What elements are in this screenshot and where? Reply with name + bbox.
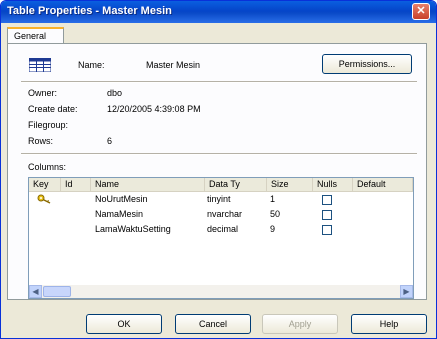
key-icon (37, 194, 51, 204)
column-header-id[interactable]: Id (61, 178, 91, 192)
rows-value: 6 (107, 136, 113, 146)
divider (21, 81, 417, 83)
column-header-key[interactable]: Key (29, 178, 61, 192)
horizontal-scrollbar[interactable]: ◀ ▶ (29, 285, 413, 298)
row-name: NoUrutMesin (95, 194, 148, 204)
table-icon (29, 58, 51, 72)
row-name: NamaMesin (95, 209, 144, 219)
apply-button[interactable]: Apply (262, 314, 338, 334)
rows-label: Rows: (28, 136, 54, 146)
row-data-type: decimal (207, 224, 239, 234)
scroll-right-button[interactable]: ▶ (400, 285, 413, 298)
divider (21, 153, 417, 155)
tab-general[interactable]: General (7, 27, 64, 44)
scroll-thumb[interactable] (43, 286, 71, 297)
window-title: Table Properties - Master Mesin (7, 5, 172, 17)
row-size: 50 (270, 209, 281, 219)
filegroup-label: Filegroup: (28, 120, 69, 130)
cancel-button[interactable]: Cancel (175, 314, 251, 334)
column-header-name[interactable]: Name (91, 178, 205, 192)
table-properties-dialog: Table Properties - Master Mesin ✕ Genera… (0, 0, 437, 339)
row-name: LamaWaktuSetting (95, 224, 171, 234)
column-header-default[interactable]: Default (353, 178, 413, 192)
row-size: 9 (270, 224, 276, 234)
title-bar[interactable]: Table Properties - Master Mesin ✕ (1, 1, 436, 23)
create-date-label: Create date: (28, 104, 78, 114)
column-header-data-type[interactable]: Data Ty (205, 178, 267, 192)
nulls-checkbox[interactable] (322, 225, 332, 235)
scroll-left-button[interactable]: ◀ (29, 285, 42, 298)
permissions-button[interactable]: Permissions... (322, 54, 412, 74)
row-data-type: tinyint (207, 194, 231, 204)
column-header-nulls[interactable]: Nulls (313, 178, 353, 192)
owner-label: Owner: (28, 88, 58, 98)
ok-button[interactable]: OK (86, 314, 162, 334)
row-data-type: nvarchar (207, 209, 243, 219)
name-label: Name: (78, 60, 105, 70)
row-size: 1 (270, 194, 276, 204)
columns-list[interactable]: Key Id Name Data Ty Size Nulls Default N… (28, 177, 414, 299)
columns-label: Columns: (28, 162, 67, 172)
create-date-value: 12/20/2005 4:39:08 PM (107, 104, 201, 114)
owner-value: dbo (107, 88, 123, 98)
close-button[interactable]: ✕ (412, 3, 430, 20)
help-button[interactable]: Help (351, 314, 427, 334)
close-icon: ✕ (416, 5, 426, 17)
tab-general-label: General (14, 31, 47, 41)
column-header-size[interactable]: Size (267, 178, 313, 192)
nulls-checkbox[interactable] (322, 195, 332, 205)
name-value: Master Mesin (146, 60, 201, 70)
nulls-checkbox[interactable] (322, 210, 332, 220)
